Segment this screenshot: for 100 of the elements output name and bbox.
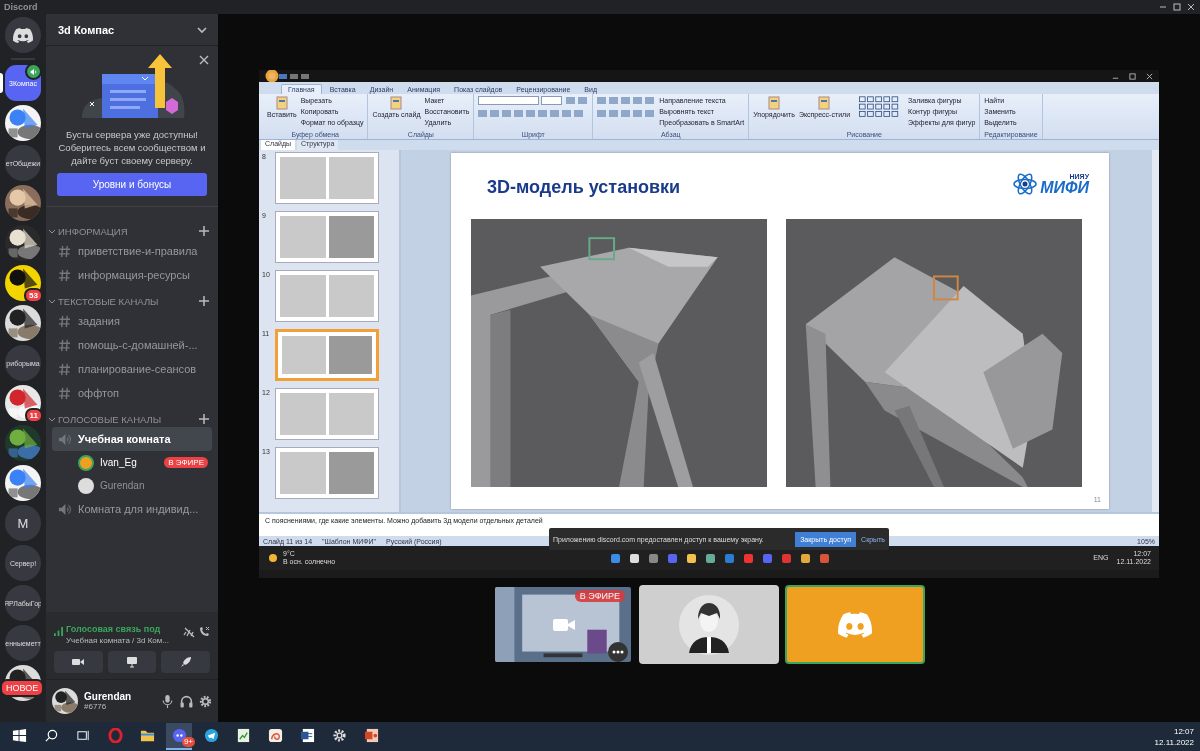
category-header[interactable]: ИНФОРМАЦИЯ: [58, 225, 198, 237]
slide-thumbnail[interactable]: [275, 211, 379, 263]
plus-icon[interactable]: [198, 413, 210, 425]
deafen-button[interactable]: [180, 694, 193, 708]
slide-title: 3D-модель установки: [487, 177, 681, 198]
unread-badge: 11: [24, 408, 43, 423]
channel-item[interactable]: планирование-сеансов: [52, 357, 212, 381]
mute-button[interactable]: [161, 694, 174, 708]
live-badge: В ЭФИРЕ: [574, 590, 625, 602]
category-header[interactable]: ГОЛОСОВЫЕ КАНАЛЫ: [58, 413, 198, 425]
channel-item[interactable]: информация-ресурсы: [52, 263, 212, 287]
channel-item[interactable]: помощь-с-домашней-...: [52, 333, 212, 357]
microphone-icon: [161, 694, 174, 708]
folder-icon: [139, 728, 155, 743]
chevron-down-icon[interactable]: [48, 297, 56, 305]
sun-icon: [267, 552, 279, 564]
hash-icon: [58, 362, 71, 376]
channel-item[interactable]: приветствие-и-правила: [52, 239, 212, 263]
chart-icon: [235, 728, 251, 743]
atom-icon: [1012, 171, 1039, 197]
slide-thumbnail[interactable]: [275, 447, 379, 499]
clock-date: 12.11.2022: [1154, 736, 1194, 748]
boost-text: Бусты сервера уже доступны! Соберитесь всем сообществом и дайте буст своему серверу.: [57, 128, 207, 167]
search-icon: [43, 728, 59, 743]
chevron-down-icon[interactable]: [48, 415, 56, 423]
stream-tile[interactable]: [785, 585, 925, 664]
activity-button[interactable]: [161, 651, 210, 673]
logo-text: МИФИ: [1040, 179, 1089, 196]
new-badge: НОВОЕ: [0, 679, 45, 697]
slide-thumbnail[interactable]: [275, 388, 379, 440]
video-camera-icon: [553, 617, 575, 633]
monitor-icon: [126, 656, 138, 668]
document-icon: [767, 96, 782, 110]
chevron-down-icon[interactable]: [48, 227, 56, 235]
hash-icon: [58, 244, 71, 258]
server-name[interactable]: 3d Компас: [58, 23, 115, 36]
document-icon: [817, 96, 832, 110]
paragraph-controls-drawing: [597, 96, 656, 118]
scrollbar[interactable]: [1152, 150, 1159, 512]
headphones-icon: [180, 694, 193, 708]
channel-item[interactable]: задания: [52, 309, 212, 333]
maximize-icon[interactable]: [1172, 2, 1182, 12]
channel-item[interactable]: Комната для индивид...: [52, 497, 212, 521]
channel-item[interactable]: Учебная комната: [52, 427, 212, 451]
stream-tile[interactable]: В ЭФИРЕ: [493, 585, 633, 664]
office-orb-icon: [265, 70, 279, 83]
speaker-icon: [58, 502, 71, 516]
document-icon: [299, 728, 315, 743]
unread-badge: 9+: [181, 737, 195, 747]
channel-item[interactable]: оффтоп: [52, 381, 212, 405]
home-button[interactable]: [5, 17, 41, 53]
selection-pill: [0, 73, 3, 93]
maximize-icon[interactable]: [1129, 72, 1136, 80]
username: Gurendan: [84, 691, 133, 702]
clock-time: 12:07: [1173, 725, 1194, 737]
unread-badge: 53: [24, 288, 43, 303]
plus-icon[interactable]: [198, 225, 210, 237]
gear-icon: [331, 728, 347, 743]
hash-icon: [58, 386, 71, 400]
slides-icon: [363, 728, 379, 743]
avatar: [679, 594, 739, 655]
stream-tile[interactable]: [639, 585, 779, 664]
video-button[interactable]: [54, 651, 103, 673]
hash-icon: [58, 314, 71, 328]
document-icon: [389, 96, 404, 110]
voice-location[interactable]: Учебная комната / 3d Ком...: [66, 636, 180, 645]
close-icon[interactable]: [1186, 2, 1196, 12]
dots-icon: [612, 650, 624, 654]
logo-icon: [13, 27, 33, 43]
slide-thumbnail[interactable]: [275, 329, 379, 381]
server-icon[interactable]: M: [5, 505, 41, 541]
taskbar-app[interactable]: 9+: [166, 723, 192, 750]
close-icon[interactable]: [198, 54, 210, 66]
connection-status: Голосовая связь под: [66, 624, 161, 634]
ring-icon: [107, 728, 123, 743]
close-icon[interactable]: [1146, 72, 1153, 80]
noise-suppression-icon[interactable]: [183, 625, 195, 638]
document-icon: [274, 96, 289, 110]
settings-icon: [199, 694, 212, 708]
voice-user[interactable]: Gurendan: [74, 474, 212, 497]
video-camera-icon: [72, 656, 85, 668]
slide-thumbnail[interactable]: [275, 152, 379, 204]
task-view-icon: [75, 728, 91, 743]
paper-plane-icon: [203, 728, 219, 743]
window-title: Discord: [4, 2, 38, 12]
user-tag: #6776: [84, 702, 155, 711]
category-header[interactable]: ТЕКСТОВЫЕ КАНАЛЫ: [58, 295, 198, 307]
live-badge: В ЭФИРЕ: [164, 457, 208, 468]
plus-icon[interactable]: [198, 295, 210, 307]
settings-button[interactable]: [199, 694, 212, 708]
logo-icon: [838, 611, 872, 638]
speaker-icon: [58, 432, 71, 446]
voice-user[interactable]: Ivan_Eg В ЭФИРЕ: [74, 451, 212, 474]
boost-button[interactable]: Уровни и бонусы: [57, 173, 207, 196]
disconnect-icon[interactable]: [198, 625, 210, 638]
screen-share-button[interactable]: [107, 651, 157, 673]
signal-icon: [54, 627, 63, 636]
slide-thumbnail[interactable]: [275, 270, 379, 322]
hash-icon: [58, 268, 71, 282]
windows-icon: [11, 728, 27, 743]
